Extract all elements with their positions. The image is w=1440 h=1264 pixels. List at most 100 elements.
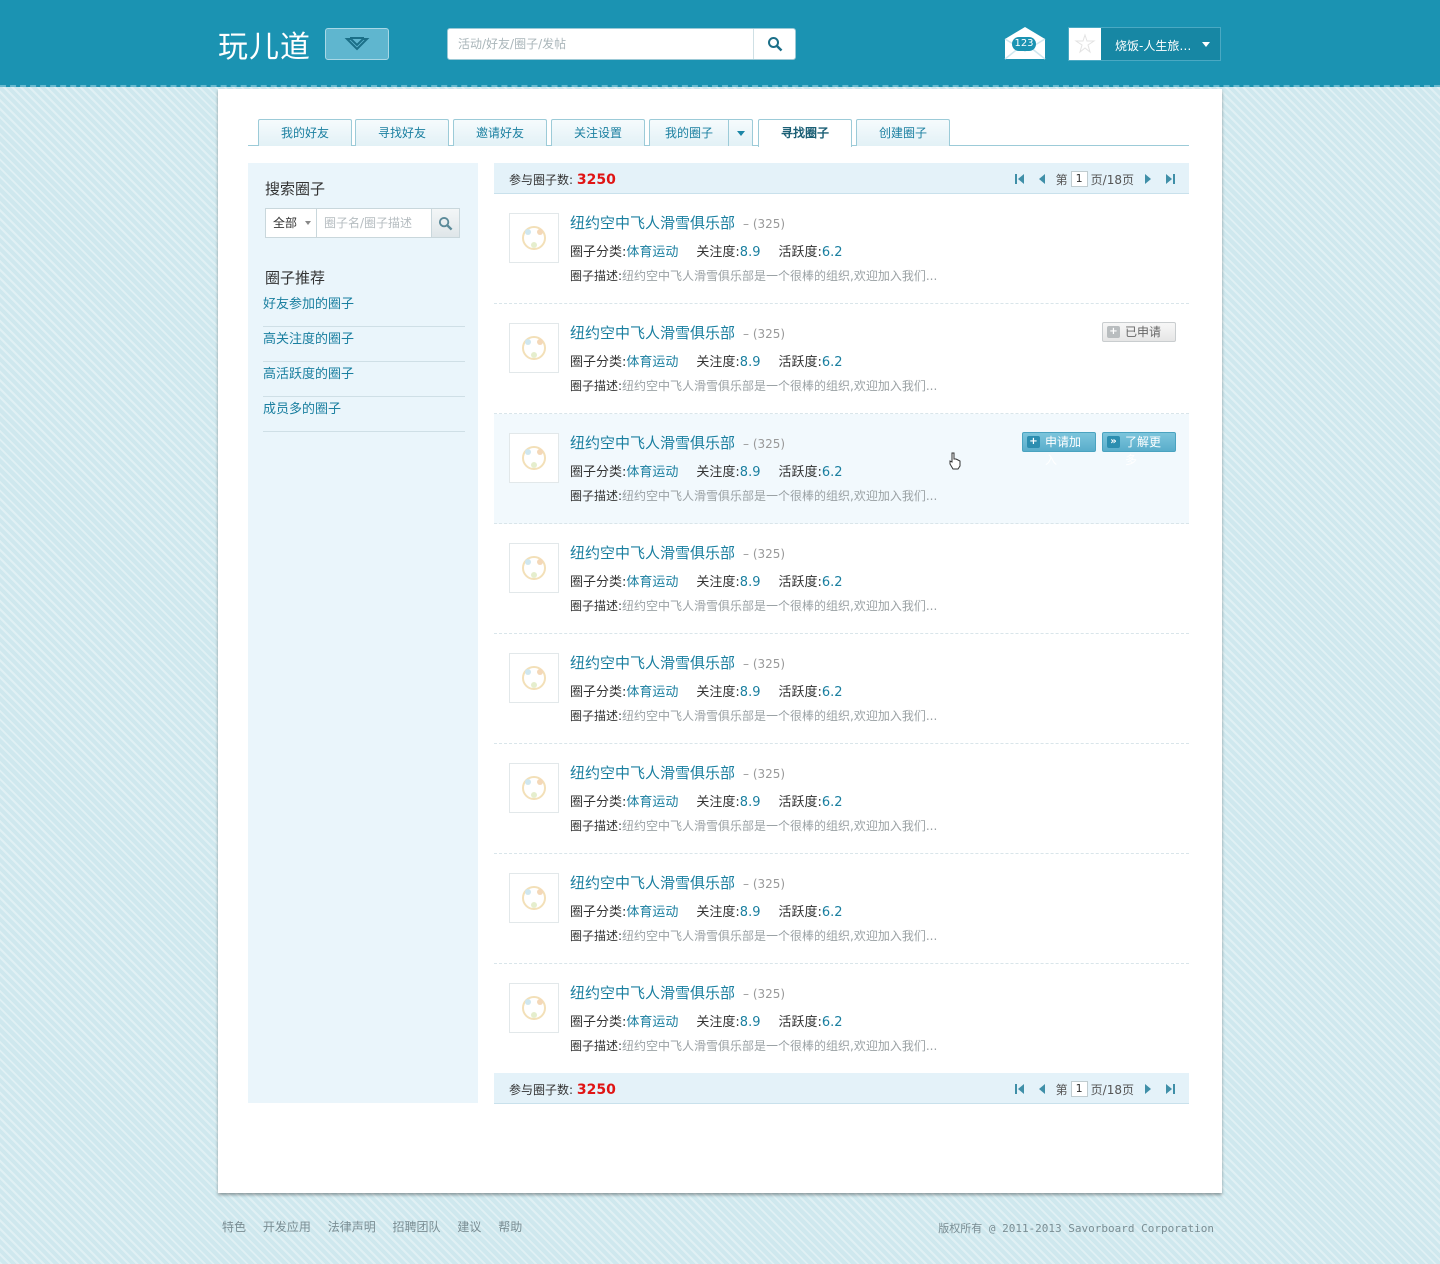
circle-list-item[interactable]: 纽约空中飞人滑雪俱乐部 – (325) 圈子分类:体育运动 关注度:8.9 活跃度:6…	[494, 194, 1189, 304]
description-text: 纽约空中飞人滑雪俱乐部是一个很棒的组织,欢迎加入我们...	[622, 379, 938, 393]
circle-thumbnail[interactable]	[509, 873, 559, 923]
category-link[interactable]: 体育运动	[626, 575, 678, 590]
circle-title-link[interactable]: 纽约空中飞人滑雪俱乐部	[570, 214, 735, 232]
global-search-button[interactable]	[753, 29, 795, 59]
footer-links: 特色 开发应用 法律声明 招聘团队 建议 帮助	[222, 1218, 535, 1235]
circle-logo-icon	[522, 556, 546, 580]
circle-type-select[interactable]: 全部	[266, 209, 317, 237]
activity-score: 6.2	[821, 905, 843, 920]
apply-join-button-label: 申请加入	[1045, 435, 1082, 467]
circle-title-link[interactable]: 纽约空中飞人滑雪俱乐部	[570, 654, 735, 672]
main-menu-dropdown-button[interactable]	[325, 28, 389, 60]
circle-logo-icon	[522, 776, 546, 800]
circle-list-item[interactable]: 纽约空中飞人滑雪俱乐部 – (325) 圈子分类:体育运动 关注度:8.9 活跃度:6…	[494, 744, 1189, 854]
page-number-input[interactable]: 1	[1070, 171, 1088, 187]
tab-my-circles[interactable]: 我的圈子	[649, 119, 753, 146]
sidebar-item-high-follow[interactable]: 高关注度的圈子	[263, 327, 465, 362]
tab-find-friends[interactable]: 寻找好友	[355, 119, 449, 146]
circle-title-link[interactable]: 纽约空中飞人滑雪俱乐部	[570, 874, 735, 892]
circle-search-button[interactable]	[431, 209, 459, 237]
circle-thumbnail[interactable]	[509, 983, 559, 1033]
description-label: 圈子描述:	[570, 379, 623, 393]
first-page-button[interactable]	[1009, 171, 1031, 187]
footer-link-feedback[interactable]: 建议	[457, 1220, 481, 1234]
footer-link-legal[interactable]: 法律声明	[328, 1220, 376, 1234]
tab-create-circle[interactable]: 创建圈子	[856, 119, 950, 146]
circle-list-item[interactable]: 纽约空中飞人滑雪俱乐部 – (325) 圈子分类:体育运动 关注度:8.9 活跃度:6…	[494, 524, 1189, 634]
footer-link-developers[interactable]: 开发应用	[263, 1220, 311, 1234]
prev-page-button[interactable]	[1031, 171, 1053, 187]
circle-description: 圈子描述:纽约空中飞人滑雪俱乐部是一个很棒的组织,欢迎加入我们...	[570, 1037, 937, 1054]
user-menu[interactable]: 烧饭-人生旅…	[1068, 27, 1221, 61]
circle-list-item[interactable]: 纽约空中飞人滑雪俱乐部 – (325) 圈子分类:体育运动 关注度:8.9 活跃度:6…	[494, 854, 1189, 964]
circle-title-link[interactable]: 纽约空中飞人滑雪俱乐部	[570, 984, 735, 1002]
member-count: – (325)	[743, 217, 786, 231]
chevron-down-icon	[344, 37, 370, 51]
tab-follow-settings[interactable]: 关注设置	[551, 119, 645, 146]
footer-link-help[interactable]: 帮助	[498, 1220, 522, 1234]
description-label: 圈子描述:	[570, 819, 623, 833]
description-label: 圈子描述:	[570, 269, 623, 283]
sidebar-recommend-title: 圈子推荐	[265, 269, 326, 287]
activity-score: 6.2	[821, 245, 843, 260]
tab-find-circles[interactable]: 寻找圈子	[758, 119, 852, 147]
category-label: 圈子分类:	[570, 795, 627, 810]
site-logo[interactable]: 玩儿道	[218, 22, 311, 66]
prev-page-button[interactable]	[1031, 1081, 1053, 1097]
circle-search-input[interactable]	[318, 209, 431, 237]
prev-page-icon	[1038, 1084, 1045, 1094]
category-link[interactable]: 体育运动	[626, 245, 678, 260]
applied-button-label: 已申请	[1125, 325, 1162, 339]
tab-my-friends[interactable]: 我的好友	[258, 119, 352, 146]
circle-title-link[interactable]: 纽约空中飞人滑雪俱乐部	[570, 324, 735, 342]
circle-thumbnail[interactable]	[509, 213, 559, 263]
circle-list-item[interactable]: 纽约空中飞人滑雪俱乐部 – (325) 圈子分类:体育运动 关注度:8.9 活跃度:6…	[494, 304, 1189, 414]
circle-title-link[interactable]: 纽约空中飞人滑雪俱乐部	[570, 434, 735, 452]
circle-list-item[interactable]: 纽约空中飞人滑雪俱乐部 – (325) 圈子分类:体育运动 关注度:8.9 活跃度:6…	[494, 964, 1189, 1074]
last-page-button[interactable]	[1159, 1081, 1181, 1097]
category-label: 圈子分类:	[570, 575, 627, 590]
first-page-button[interactable]	[1009, 1081, 1031, 1097]
category-link[interactable]: 体育运动	[626, 465, 678, 480]
circle-thumbnail[interactable]	[509, 763, 559, 813]
pager-prefix: 第	[1055, 1082, 1068, 1097]
sidebar-item-high-activity[interactable]: 高活跃度的圈子	[263, 362, 465, 397]
next-page-button[interactable]	[1137, 1081, 1159, 1097]
sidebar-item-most-members[interactable]: 成员多的圈子	[263, 397, 465, 432]
category-link[interactable]: 体育运动	[626, 795, 678, 810]
follow-score: 8.9	[739, 685, 761, 700]
category-link[interactable]: 体育运动	[626, 905, 678, 920]
category-link[interactable]: 体育运动	[626, 355, 678, 370]
learn-more-button[interactable]: » 了解更多	[1102, 432, 1176, 467]
footer-link-jobs[interactable]: 招聘团队	[393, 1220, 441, 1234]
circle-list-item[interactable]: 纽约空中飞人滑雪俱乐部 – (325) 圈子分类:体育运动 关注度:8.9 活跃度:6…	[494, 634, 1189, 744]
apply-join-button[interactable]: + 申请加入	[1022, 432, 1096, 467]
global-search-input[interactable]	[448, 29, 754, 59]
circle-list-item[interactable]: 纽约空中飞人滑雪俱乐部 – (325) 圈子分类:体育运动 关注度:8.9 活跃度:6…	[494, 414, 1189, 524]
category-link[interactable]: 体育运动	[626, 685, 678, 700]
footer-link-features[interactable]: 特色	[222, 1220, 246, 1234]
tab-invite-friends[interactable]: 邀请好友	[453, 119, 547, 146]
caret-down-icon	[305, 221, 311, 225]
circle-count-value: 3250	[576, 172, 616, 188]
follow-label: 关注度:	[696, 355, 740, 370]
last-page-button[interactable]	[1159, 171, 1181, 187]
circle-stats: 圈子分类:体育运动 关注度:8.9 活跃度:6.2	[570, 351, 843, 370]
next-page-button[interactable]	[1137, 171, 1159, 187]
circle-thumbnail[interactable]	[509, 323, 559, 373]
sidebar-item-friends-circles[interactable]: 好友参加的圈子	[263, 292, 465, 327]
circle-thumbnail[interactable]	[509, 543, 559, 593]
page-number-input[interactable]: 1	[1070, 1081, 1088, 1097]
circle-title-link[interactable]: 纽约空中飞人滑雪俱乐部	[570, 544, 735, 562]
circle-stats: 圈子分类:体育运动 关注度:8.9 活跃度:6.2	[570, 241, 843, 260]
circle-thumbnail[interactable]	[509, 433, 559, 483]
search-icon	[767, 37, 782, 52]
tab-my-circles-dropdown[interactable]	[728, 120, 752, 146]
circle-thumbnail[interactable]	[509, 653, 559, 703]
applied-button[interactable]: + 已申请	[1102, 322, 1176, 342]
follow-label: 关注度:	[696, 465, 740, 480]
category-link[interactable]: 体育运动	[626, 1015, 678, 1030]
circle-description: 圈子描述:纽约空中飞人滑雪俱乐部是一个很棒的组织,欢迎加入我们...	[570, 377, 937, 394]
category-label: 圈子分类:	[570, 1015, 627, 1030]
circle-title-link[interactable]: 纽约空中飞人滑雪俱乐部	[570, 764, 735, 782]
